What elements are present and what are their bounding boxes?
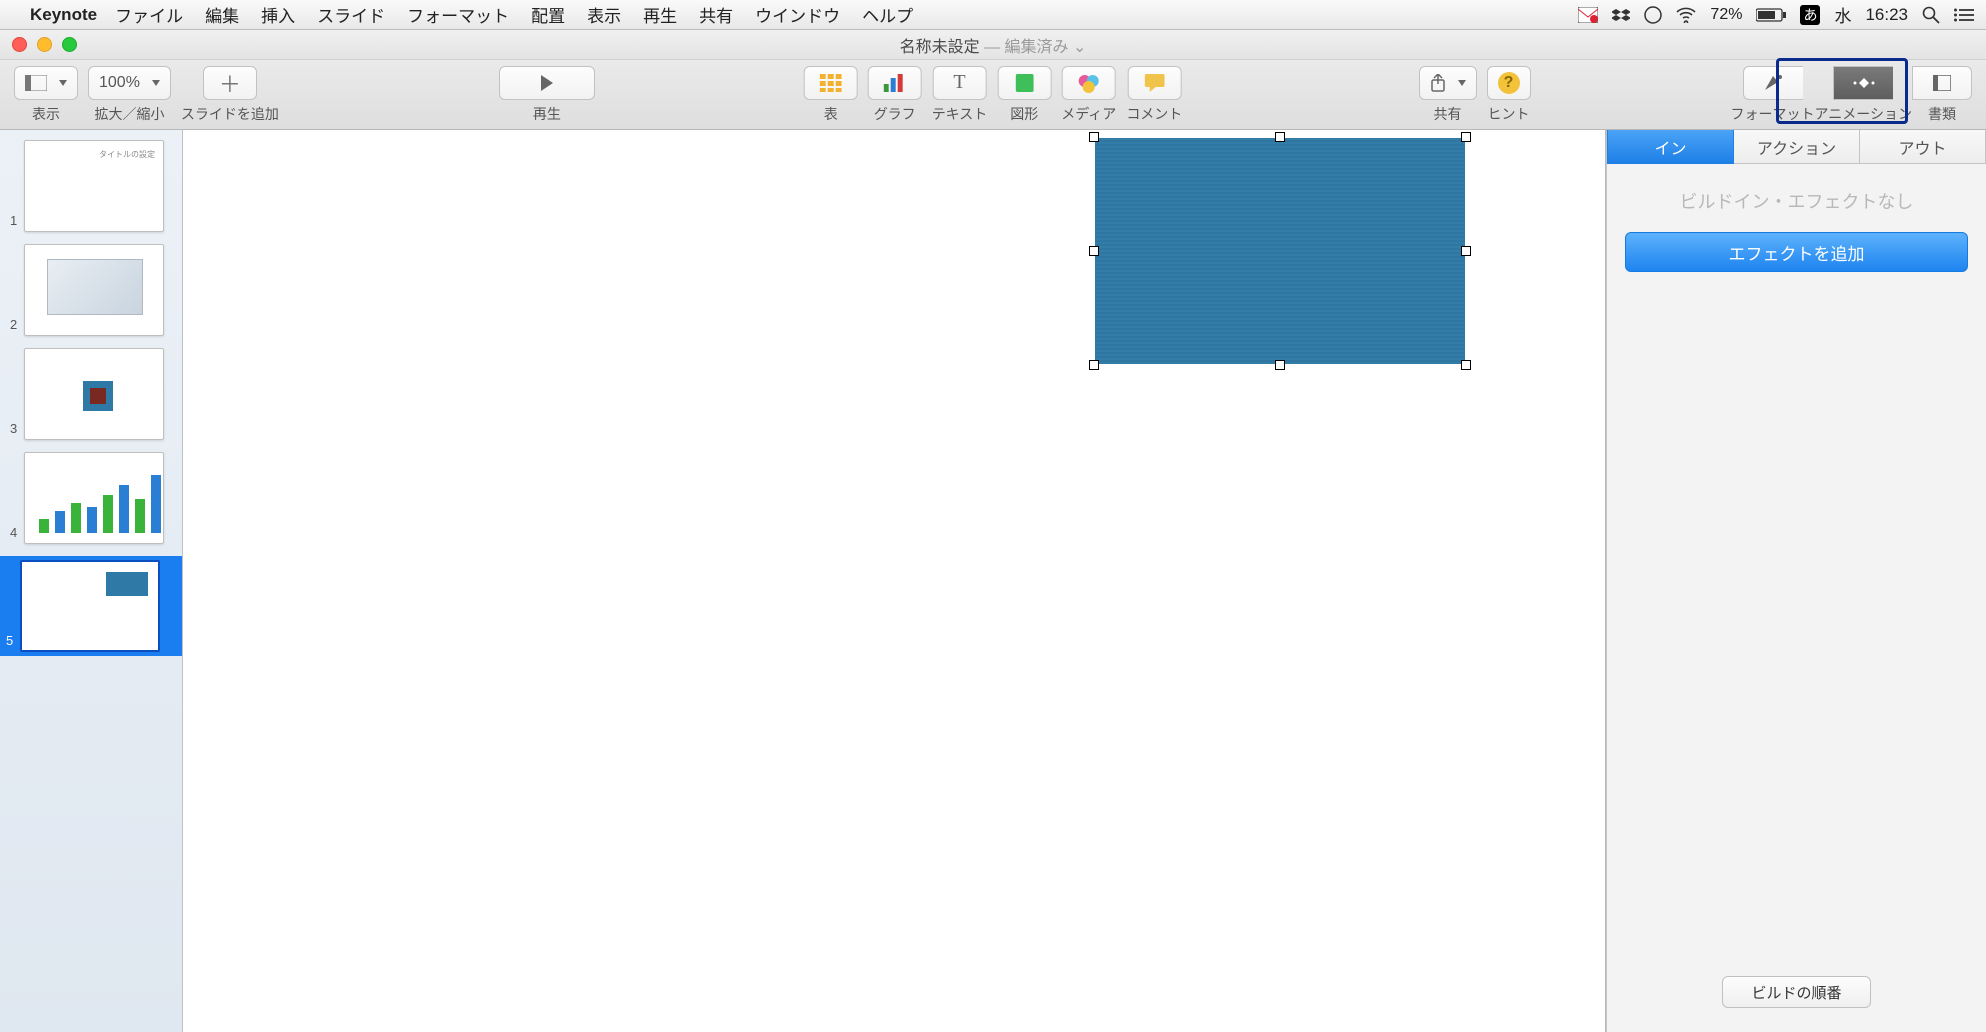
animation-inspector-button[interactable]: アニメーション <box>1815 66 1912 124</box>
resize-handle-top-mid[interactable] <box>1275 132 1285 142</box>
menu-edit[interactable]: 編集 <box>205 2 239 27</box>
menu-window[interactable]: ウインドウ <box>755 2 840 27</box>
slide-number: 3 <box>10 421 17 436</box>
fullscreen-window-button[interactable] <box>62 37 77 52</box>
menu-slide[interactable]: スライド <box>317 2 385 27</box>
add-effect-button[interactable]: エフェクトを追加 <box>1625 232 1968 272</box>
document-inspector-button[interactable]: 書類 <box>1912 66 1972 124</box>
selected-rectangle-shape[interactable] <box>1095 138 1465 364</box>
menu-view[interactable]: 表示 <box>587 2 621 27</box>
gmail-icon[interactable] <box>1578 7 1598 23</box>
window-titlebar: 名称未設定 — 編集済み ⌄ <box>0 30 1986 60</box>
shape-label: 図形 <box>1010 104 1038 124</box>
animation-subtabs: イン アクション アウト <box>1607 130 1986 164</box>
inspector-toggle-group: フォーマット アニメーション 書類 <box>1731 66 1972 124</box>
menu-help[interactable]: ヘルプ <box>862 2 913 27</box>
zoom-button[interactable]: 100% 拡大／縮小 <box>88 66 171 124</box>
resize-handle-bottom-mid[interactable] <box>1275 360 1285 370</box>
slide-thumb-2[interactable]: 2 <box>4 244 178 336</box>
title-caret-icon: ⌄ <box>1069 39 1087 56</box>
add-slide-label: スライドを追加 <box>181 104 279 124</box>
menu-file[interactable]: ファイル <box>115 2 183 27</box>
menubar-time: 16:23 <box>1865 5 1908 25</box>
app-menu[interactable]: Keynote <box>30 5 97 25</box>
no-effect-message: ビルドイン・エフェクトなし <box>1680 188 1914 214</box>
slide-number: 5 <box>6 633 13 648</box>
menubar-day: 水 <box>1834 2 1851 27</box>
format-label: フォーマット <box>1731 104 1815 124</box>
table-label: 表 <box>824 104 838 124</box>
view-label: 表示 <box>32 104 60 124</box>
menu-arrange[interactable]: 配置 <box>531 2 565 27</box>
battery-icon[interactable] <box>1756 8 1786 22</box>
view-mode-button[interactable]: 表示 <box>14 66 78 124</box>
battery-percent: 72% <box>1710 6 1742 24</box>
safari-icon[interactable] <box>1644 6 1662 24</box>
zoom-value: 100% <box>99 74 140 92</box>
slide-canvas[interactable] <box>183 130 1606 1032</box>
menu-play[interactable]: 再生 <box>643 2 677 27</box>
resize-handle-bottom-right[interactable] <box>1461 360 1471 370</box>
rectangle-fill <box>1095 138 1465 364</box>
text-label: テキスト <box>932 104 988 124</box>
share-button[interactable]: 共有 <box>1419 66 1477 124</box>
menu-format[interactable]: フォーマット <box>407 2 509 27</box>
window-traffic-lights <box>12 37 77 52</box>
hint-label: ヒント <box>1488 104 1530 124</box>
share-label: 共有 <box>1434 104 1462 124</box>
resize-handle-bottom-left[interactable] <box>1089 360 1099 370</box>
slide-number: 4 <box>10 525 17 540</box>
doc-title: 名称未設定 <box>900 39 980 56</box>
toolbar: 表示 100% 拡大／縮小 ＋ スライドを追加 再生 表 グラフ T テキスト <box>0 60 1986 130</box>
inspector-panel: イン アクション アウト ビルドイン・エフェクトなし エフェクトを追加 ビルドの… <box>1606 130 1986 1032</box>
mac-menubar: Keynote ファイル 編集 挿入 スライド フォーマット 配置 表示 再生 … <box>0 0 1986 30</box>
play-button[interactable]: 再生 <box>499 66 595 124</box>
tab-action[interactable]: アクション <box>1734 130 1860 164</box>
slide-navigator[interactable]: 1 タイトルの設定 2 3 4 5 <box>0 130 183 1032</box>
title-sep: — <box>980 39 1005 56</box>
format-inspector-button[interactable]: フォーマット <box>1731 66 1815 124</box>
table-button[interactable]: 表 <box>804 66 858 124</box>
slide-thumb-4[interactable]: 4 <box>4 452 178 544</box>
minimize-window-button[interactable] <box>37 37 52 52</box>
menu-insert[interactable]: 挿入 <box>261 2 295 27</box>
media-button[interactable]: メディア <box>1061 66 1116 124</box>
slide-thumb-5[interactable]: 5 <box>0 556 182 656</box>
close-window-button[interactable] <box>12 37 27 52</box>
slide-number: 1 <box>10 213 17 228</box>
slide-number: 2 <box>10 317 17 332</box>
wifi-icon[interactable] <box>1676 7 1696 23</box>
build-order-button[interactable]: ビルドの順番 <box>1722 976 1870 1008</box>
shape-button[interactable]: 図形 <box>997 66 1051 124</box>
play-label: 再生 <box>533 104 561 124</box>
comment-button[interactable]: コメント <box>1126 66 1182 124</box>
slide-thumb-3[interactable]: 3 <box>4 348 178 440</box>
dropbox-icon[interactable] <box>1612 7 1630 23</box>
tab-build-out[interactable]: アウト <box>1860 130 1986 164</box>
doc-state: 編集済み <box>1005 39 1069 56</box>
comment-label: コメント <box>1126 104 1182 124</box>
window-title[interactable]: 名称未設定 — 編集済み ⌄ <box>900 33 1087 57</box>
menu-list-icon[interactable] <box>1954 7 1974 23</box>
tab-build-in[interactable]: イン <box>1607 130 1734 164</box>
slide-thumb-1[interactable]: 1 タイトルの設定 <box>4 140 178 232</box>
graph-label: グラフ <box>874 104 916 124</box>
resize-handle-top-left[interactable] <box>1089 132 1099 142</box>
main-content: 1 タイトルの設定 2 3 4 5 <box>0 130 1986 1032</box>
graph-button[interactable]: グラフ <box>868 66 922 124</box>
spotlight-icon[interactable] <box>1922 6 1940 24</box>
media-label: メディア <box>1061 104 1116 124</box>
add-slide-button[interactable]: ＋ スライドを追加 <box>181 66 279 124</box>
zoom-label: 拡大／縮小 <box>94 104 164 124</box>
menu-share[interactable]: 共有 <box>699 2 733 27</box>
resize-handle-mid-left[interactable] <box>1089 246 1099 256</box>
resize-handle-top-right[interactable] <box>1461 132 1471 142</box>
resize-handle-mid-right[interactable] <box>1461 246 1471 256</box>
text-button[interactable]: T テキスト <box>932 66 988 124</box>
hint-button[interactable]: ? ヒント <box>1487 66 1531 124</box>
ime-indicator[interactable]: あ <box>1800 5 1820 25</box>
document-label: 書類 <box>1928 104 1956 124</box>
animation-label: アニメーション <box>1815 104 1912 124</box>
